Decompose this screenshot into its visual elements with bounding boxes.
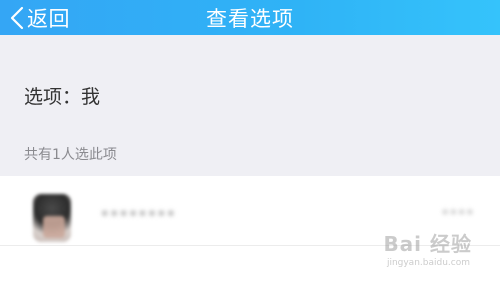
watermark-logo: Bai 经验 [383, 232, 472, 256]
watermark-url: jingyan.baidu.com [386, 258, 470, 268]
screen: 返回 查看选项 选项：我 共有1人选此项 •••••••• •••• Bai 经… [0, 0, 500, 282]
voter-time: •••• [440, 205, 474, 221]
voters-count-label: 共有1人选此项 [24, 147, 117, 163]
voter-name: •••••••• [100, 203, 176, 223]
page-title: 查看选项 [206, 6, 294, 31]
avatar[interactable] [33, 194, 71, 242]
option-text: 选项：我 [24, 86, 101, 108]
navigation-bar: 返回 查看选项 [0, 0, 500, 35]
